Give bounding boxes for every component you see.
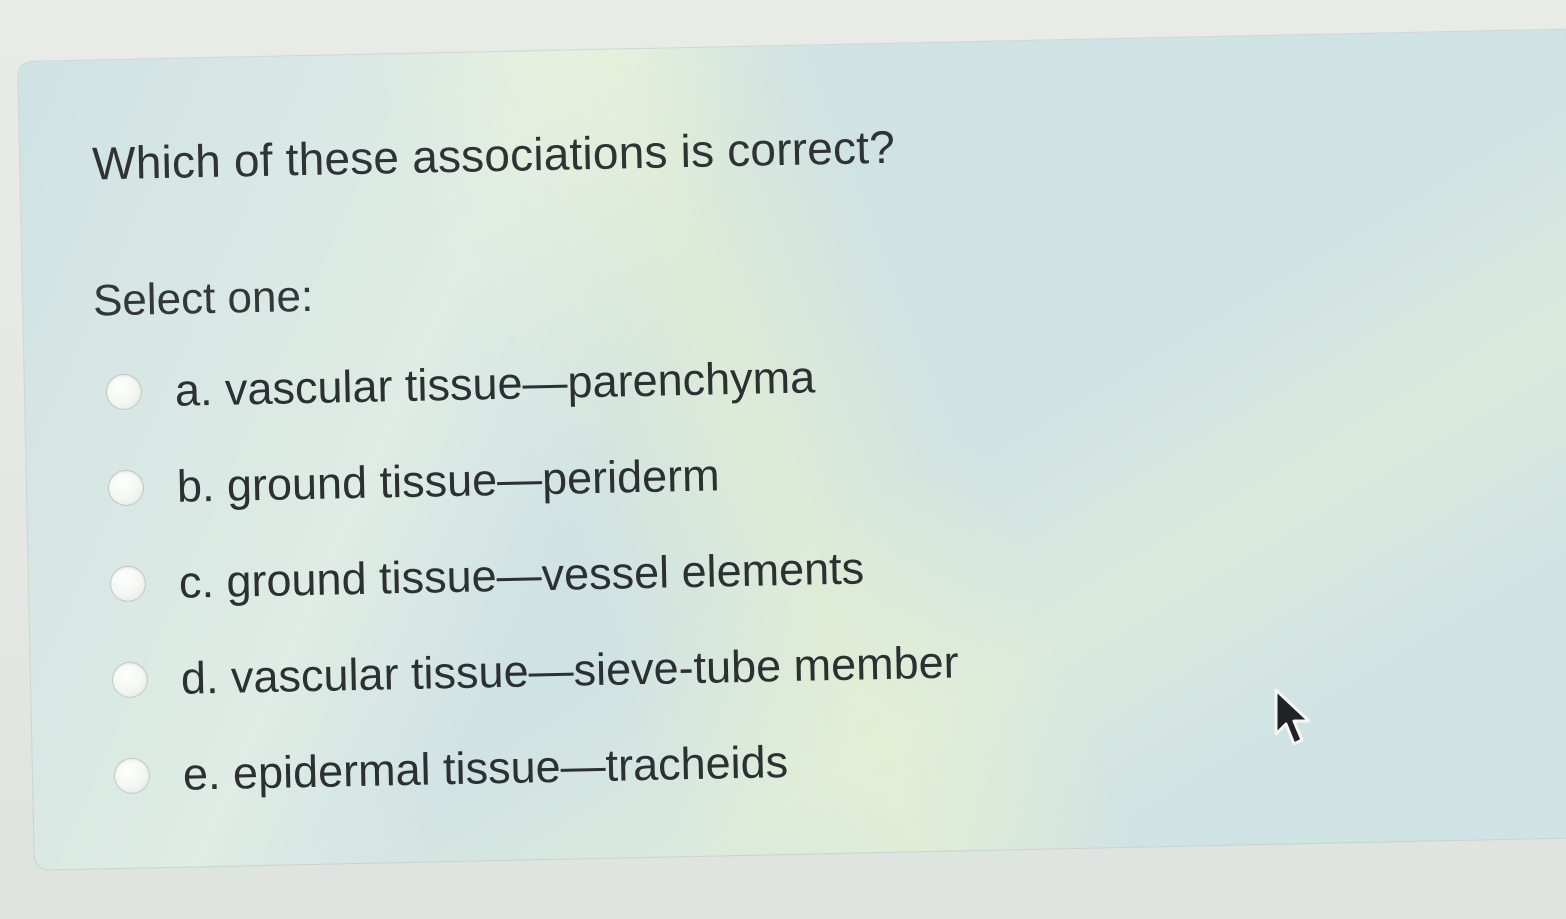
option-b-label: b. ground tissue—periderm [176,449,721,512]
select-one-label: Select one: [92,271,314,326]
answer-options: a. vascular tissue—parenchyma b. ground … [106,327,962,825]
option-e[interactable]: e. epidermal tissue—tracheids [114,710,962,824]
radio-button-a[interactable] [106,374,142,410]
option-b[interactable]: b. ground tissue—periderm [108,422,956,536]
radio-button-b[interactable] [108,470,144,506]
radio-button-e[interactable] [114,758,150,794]
question-text: Which of these associations is correct? [91,120,896,190]
option-a[interactable]: a. vascular tissue—parenchyma [106,327,954,441]
radio-button-d[interactable] [112,662,148,698]
option-c[interactable]: c. ground tissue—vessel elements [110,518,958,632]
option-d-label: d. vascular tissue—sieve-tube member [180,636,960,704]
option-a-label: a. vascular tissue—parenchyma [174,351,816,416]
question-card: Which of these associations is correct? … [18,29,1566,870]
arrow-pointer-icon [1274,688,1311,746]
page: Which of these associations is correct? … [0,0,1566,919]
radio-button-c[interactable] [110,566,146,602]
option-d[interactable]: d. vascular tissue—sieve-tube member [112,614,960,728]
option-e-label: e. epidermal tissue—tracheids [182,736,789,800]
option-c-label: c. ground tissue—vessel elements [178,542,865,608]
